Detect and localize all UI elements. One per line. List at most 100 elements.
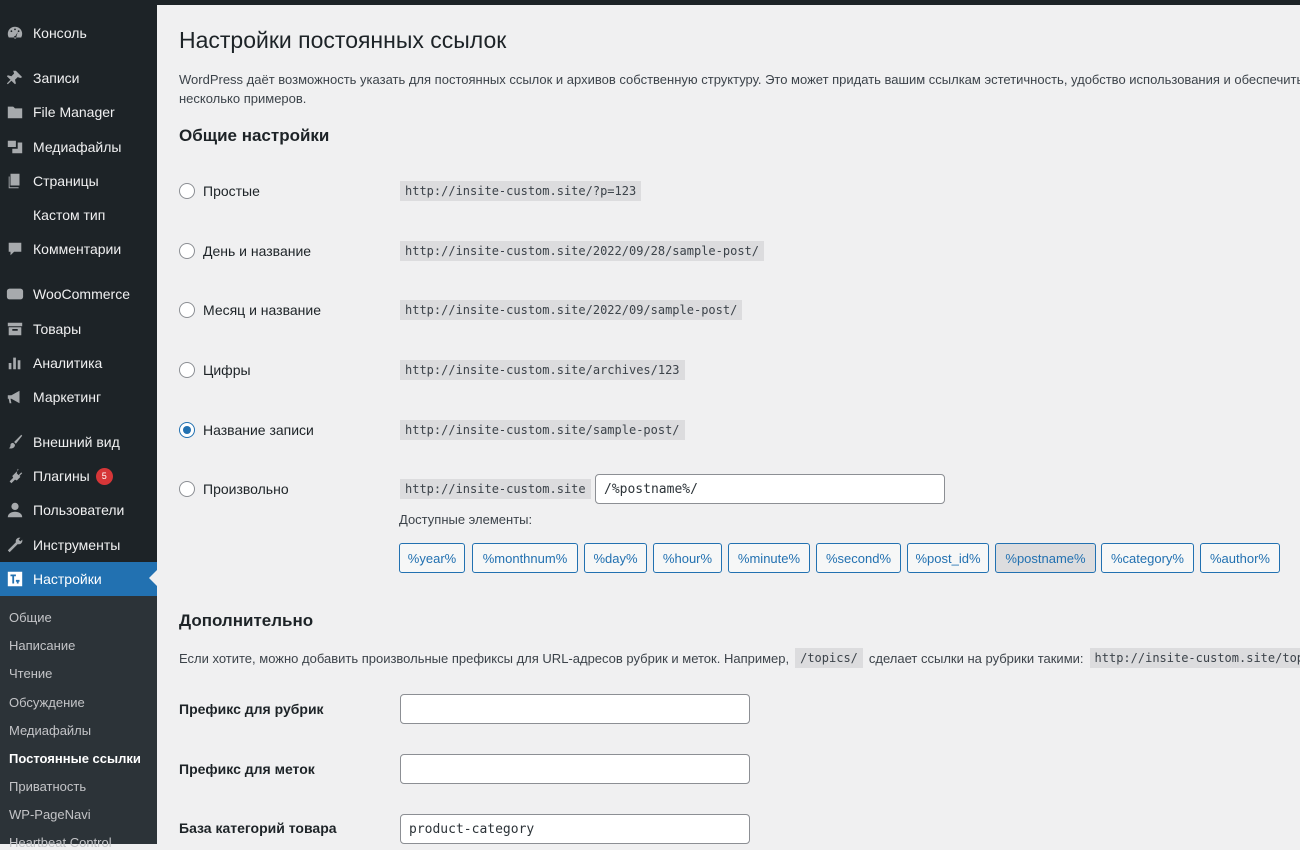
brush-icon [5,432,25,452]
sidebar-item-custom-type[interactable]: Кастом тип [0,198,157,232]
submenu-item-wp-pagenavi[interactable]: WP-PageNavi [9,807,91,822]
sidebar-item-pages[interactable]: Страницы [0,164,157,198]
sidebar-item-products[interactable]: Товары [0,312,157,346]
submenu-item-permalinks[interactable]: Постоянные ссылки [9,751,141,766]
sidebar-item-label: Кастом тип [33,207,106,223]
plugins-update-badge: 5 [95,467,113,485]
folder-icon [5,102,25,122]
settings-submenu: Общие Написание Чтение Обсуждение Медиаф… [0,596,157,850]
tag-hour-button[interactable]: %hour% [653,543,722,573]
radio-post-name[interactable] [179,422,195,438]
submenu-item-reading[interactable]: Чтение [9,666,52,681]
sidebar-item-label: Пользователи [33,502,125,518]
option-post-name[interactable]: Название записи [179,420,314,440]
admin-top-bar [0,0,1300,5]
sidebar-item-comments[interactable]: Комментарии [0,232,157,266]
submenu-item-privacy[interactable]: Приватность [9,779,86,794]
radio-month-name[interactable] [179,302,195,318]
sidebar-item-media[interactable]: Медиафайлы [0,130,157,164]
sidebar-item-tools[interactable]: Инструменты [0,528,157,562]
wrench-icon [5,535,25,555]
sidebar-item-label: WooCommerce [33,286,130,302]
example-url: http://insite-custom.site/sample-post/ [400,420,685,440]
sidebar-item-label: Настройки [33,571,102,587]
submenu-item-media[interactable]: Медиафайлы [9,723,91,738]
settings-icon [5,569,25,589]
sidebar-item-label: Аналитика [33,355,103,371]
tag-base-input[interactable] [400,754,750,784]
example-url: http://insite-custom.site/?p=123 [400,181,642,201]
sidebar-item-dashboard[interactable]: Консоль [0,16,157,50]
tag-minute-button[interactable]: %minute% [728,543,810,573]
sidebar-item-label: Медиафайлы [33,139,122,155]
option-numeric[interactable]: Цифры [179,360,251,380]
category-base-label: Префикс для рубрик [179,701,324,717]
tag-day-button[interactable]: %day% [584,543,647,573]
tag-monthnum-button[interactable]: %monthnum% [472,543,578,573]
submenu-item-discussion[interactable]: Обсуждение [9,695,85,710]
optional-text-after: сделает ссылки на рубрики такими: [868,650,1084,666]
sidebar-item-label: Плагины [33,468,90,484]
chart-icon [5,353,25,373]
option-label: Цифры [203,362,251,378]
intro-text: WordPress даёт возможность указать для п… [179,70,1300,108]
sidebar-item-appearance[interactable]: Внешний вид [0,425,157,459]
available-tags-label: Доступные элементы: [399,512,533,527]
example-url: http://insite-custom.site/2022/09/sample… [400,300,743,320]
radio-custom[interactable] [179,481,195,497]
sidebar-item-file-manager[interactable]: File Manager [0,95,157,129]
option-custom[interactable]: Произвольно [179,479,289,499]
example-url: http://insite-custom.site/archives/123 [400,360,685,380]
common-settings-heading: Общие настройки [179,126,330,145]
option-label: Произвольно [203,481,289,497]
radio-plain[interactable] [179,183,195,199]
optional-example-code: /topics/ [795,648,863,668]
sidebar-item-plugins[interactable]: Плагины 5 [0,459,157,493]
media-icon [5,137,25,157]
sidebar-item-label: Страницы [33,173,99,189]
comment-icon [5,239,25,259]
sidebar-item-users[interactable]: Пользователи [0,493,157,527]
product-category-base-label: База категорий товара [179,820,337,836]
option-month-name[interactable]: Месяц и название [179,300,321,320]
sidebar-item-label: Внешний вид [33,434,120,450]
radio-numeric[interactable] [179,362,195,378]
option-plain[interactable]: Простые [179,181,260,201]
optional-text-before: Если хотите, можно добавить произвольные… [179,650,790,666]
tag-second-button[interactable]: %second% [816,543,901,573]
plugin-icon [5,466,25,486]
intro-line-2: несколько примеров. [179,91,307,106]
tag-year-button[interactable]: %year% [399,543,465,573]
sidebar-item-label: File Manager [33,104,115,120]
megaphone-icon [5,387,25,407]
sidebar-item-label: Инструменты [33,537,121,553]
custom-structure-input[interactable]: /%postname%/ [595,474,945,504]
tag-category-button[interactable]: %category% [1101,543,1194,573]
pin-icon [5,68,25,88]
optional-heading: Дополнительно [179,611,314,630]
sidebar-item-label: Комментарии [33,241,122,257]
custom-base-url: http://insite-custom.site [400,479,591,499]
sidebar-item-analytics[interactable]: Аналитика [0,346,157,380]
submenu-item-writing[interactable]: Написание [9,638,75,653]
submenu-item-heartbeat-control[interactable]: Heartbeat Control [9,835,112,850]
tag-postname-button[interactable]: %postname% [995,543,1096,573]
option-label: День и название [203,243,312,259]
product-category-base-input[interactable]: product-category [400,814,750,844]
page-title: Настройки постоянных ссылок [179,27,507,53]
option-label: Месяц и название [203,302,321,318]
radio-day-name[interactable] [179,243,195,259]
pages-icon [5,171,25,191]
sidebar-item-settings[interactable]: Настройки [0,562,157,596]
category-base-input[interactable] [400,694,750,724]
tag-author-button[interactable]: %author% [1200,543,1280,573]
optional-description: Если хотите, можно добавить произвольные… [179,648,1300,668]
sidebar-item-woocommerce[interactable]: WooCommerce [0,277,157,311]
sidebar-item-posts[interactable]: Записи [0,61,157,95]
intro-line-1: WordPress даёт возможность указать для п… [179,72,1300,87]
sidebar-item-marketing[interactable]: Маркетинг [0,380,157,414]
tag-post-id-button[interactable]: %post_id% [907,543,989,573]
submenu-item-general[interactable]: Общие [9,610,52,625]
tag-base-label: Префикс для меток [179,761,315,777]
option-day-name[interactable]: День и название [179,241,311,261]
